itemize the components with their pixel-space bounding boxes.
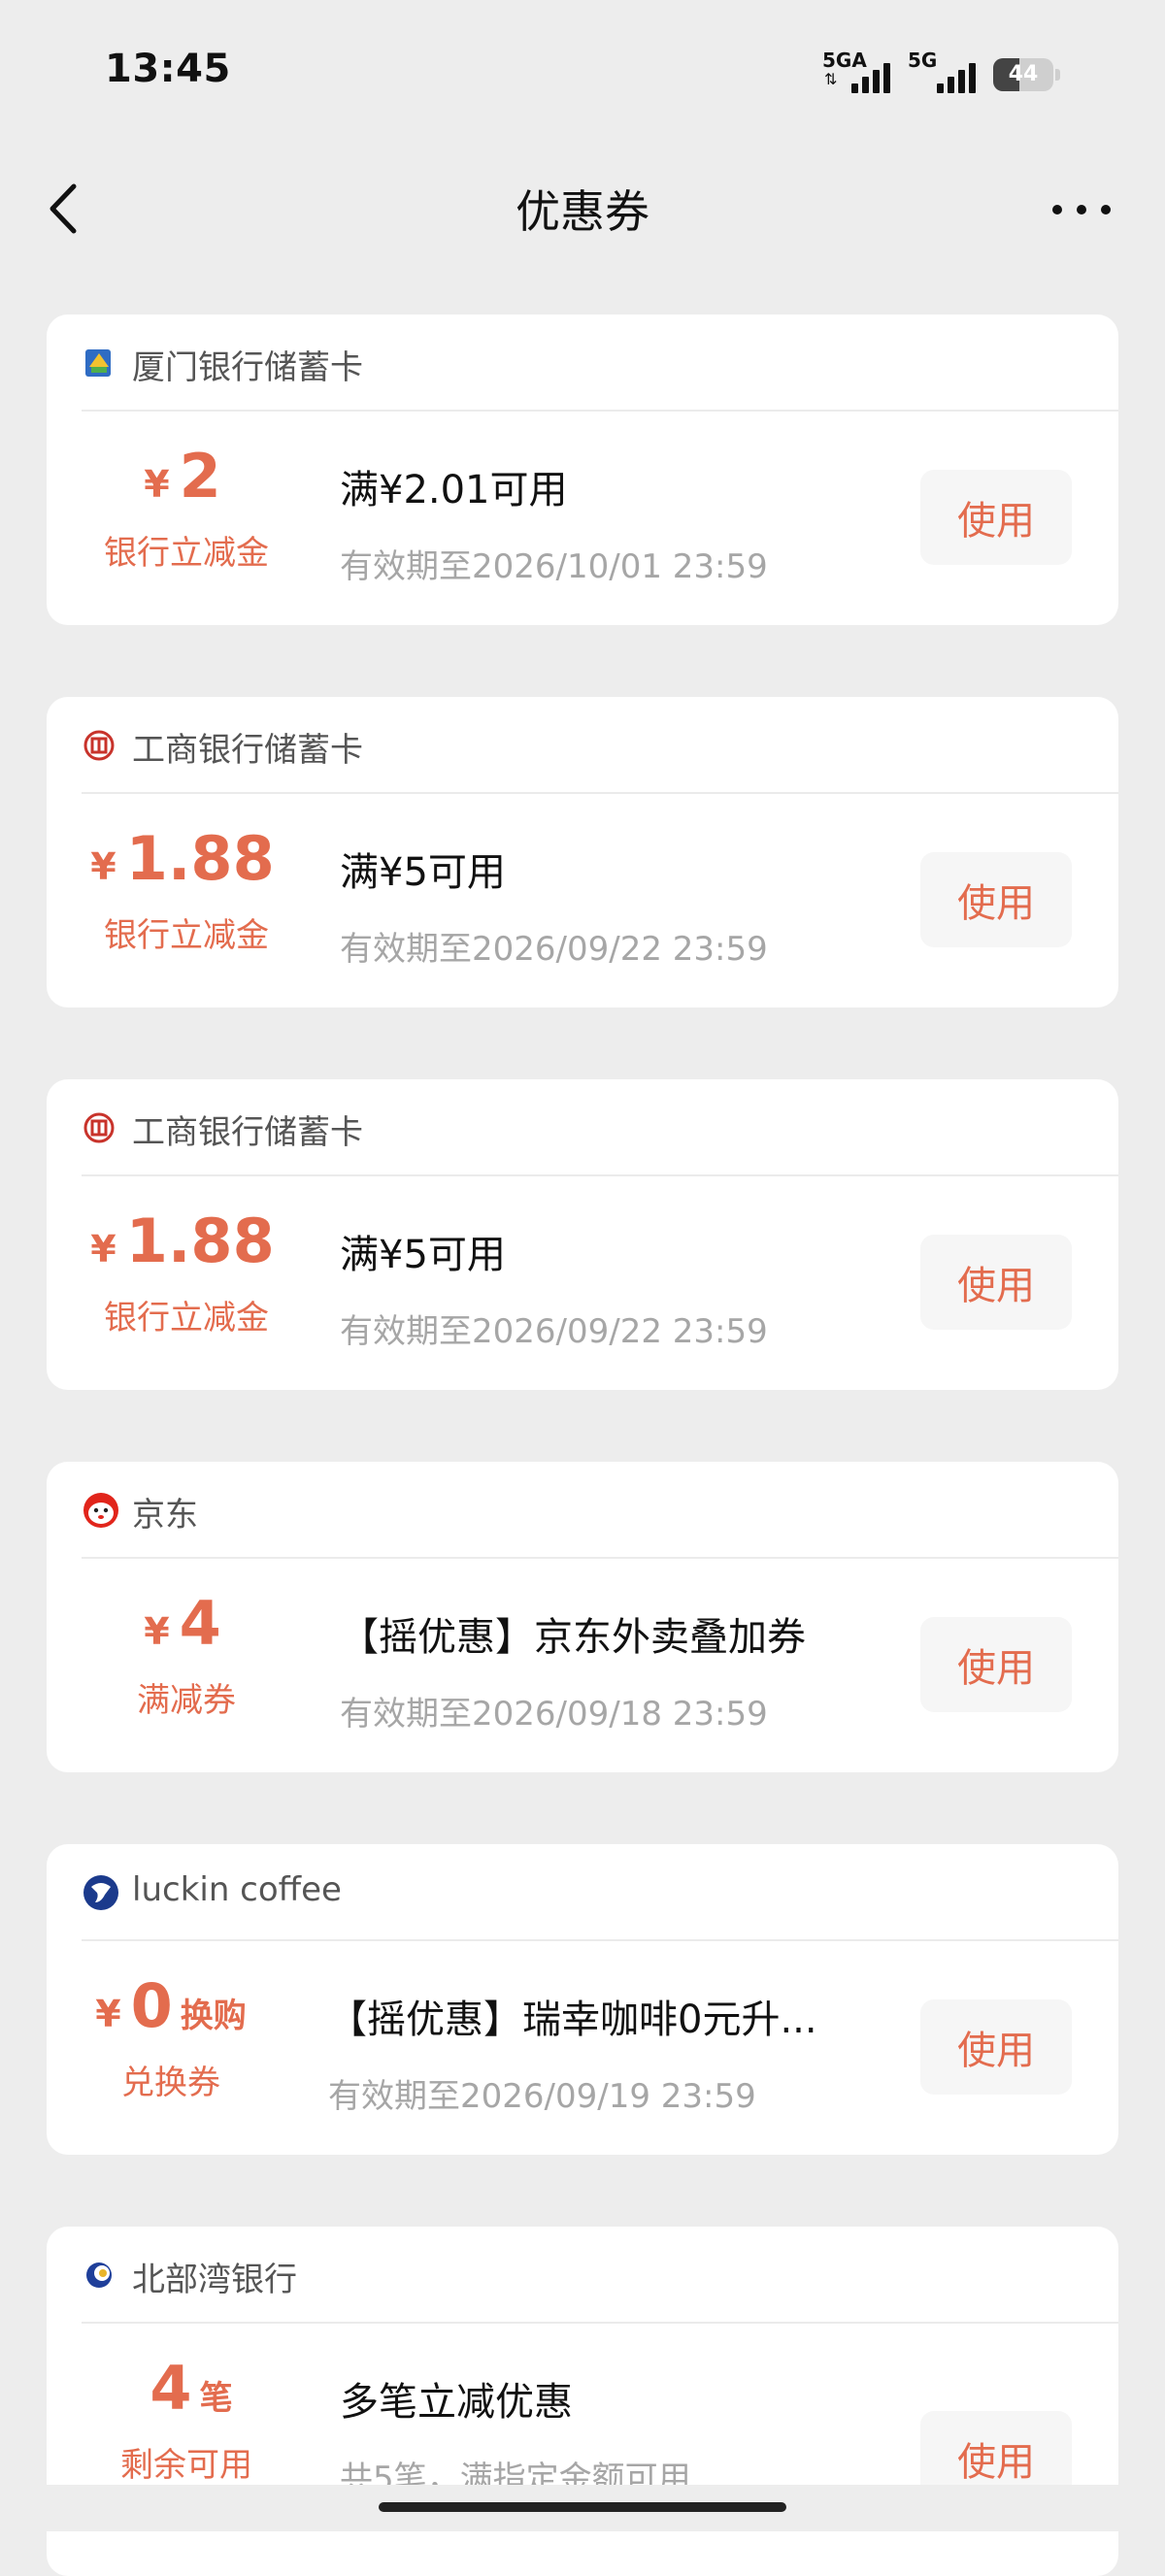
currency-symbol: ¥ xyxy=(95,1993,121,2035)
coupon-type: 银行立减金 xyxy=(104,534,269,573)
battery-level: 44 xyxy=(1008,62,1039,86)
amount-value: 4 xyxy=(150,2353,192,2424)
coupon-amount: ¥ 0 换购 兑换券 xyxy=(31,1970,311,2103)
coupon-amount: ¥ 1.88 银行立减金 xyxy=(47,1205,326,1338)
coupon-header: luckin coffee xyxy=(82,1844,1118,1941)
coupon-validity: 有效期至2026/09/22 23:59 xyxy=(340,930,768,969)
coupon-validity: 有效期至2026/09/19 23:59 xyxy=(328,2077,756,2116)
coupon-header: 北部湾银行 xyxy=(82,2227,1118,2324)
coupon-type: 银行立减金 xyxy=(104,1299,269,1338)
use-button[interactable]: 使用 xyxy=(920,1999,1072,2095)
coupon-card: 工商银行储蓄卡 ¥ 1.88 银行立减金 满¥5可用 有效期至2026/09/2… xyxy=(47,697,1118,1007)
coupon-info: 【摇优惠】瑞幸咖啡0元升... 有效期至2026/09/19 23:59 xyxy=(328,1988,911,2117)
brand-name: 厦门银行储蓄卡 xyxy=(132,348,363,387)
coupon-validity: 有效期至2026/09/22 23:59 xyxy=(340,1312,768,1351)
data-arrows-icon: ⇅ xyxy=(824,70,838,88)
coupon-condition: 【摇优惠】京东外卖叠加券 xyxy=(340,1615,806,1660)
amount-value: 4 xyxy=(179,1588,221,1659)
signal-bars-icon xyxy=(937,63,976,93)
coupon-info: 满¥2.01可用 有效期至2026/10/01 23:59 xyxy=(340,458,922,587)
amount-suffix: 笔 xyxy=(199,2379,233,2418)
use-button[interactable]: 使用 xyxy=(920,1617,1072,1712)
amount-value: 2 xyxy=(179,441,221,512)
coupon-type: 兑换券 xyxy=(121,2064,220,2102)
coupon-type: 剩余可用 xyxy=(120,2446,252,2485)
more-options-icon[interactable] xyxy=(1052,200,1111,219)
coupon-info: 满¥5可用 有效期至2026/09/22 23:59 xyxy=(340,1223,922,1352)
icbc-logo-icon xyxy=(83,1112,115,1143)
coupon-card: 工商银行储蓄卡 ¥ 1.88 银行立减金 满¥5可用 有效期至2026/09/2… xyxy=(47,1079,1118,1390)
amount-value: 0 xyxy=(130,1970,173,2041)
brand-name: 京东 xyxy=(132,1496,198,1535)
luckin-logo-icon xyxy=(83,1875,118,1910)
coupon-condition: 满¥5可用 xyxy=(340,850,506,895)
coupon-header: 厦门银行储蓄卡 xyxy=(82,314,1118,412)
coupon-condition: 【摇优惠】瑞幸咖啡0元升... xyxy=(328,1998,817,2042)
page-title: 优惠券 xyxy=(516,185,649,238)
coupon-amount: ¥ 2 银行立减金 xyxy=(47,441,326,574)
status-bar: 13:45 5GA ⇅ 5G 44 xyxy=(0,0,1165,146)
amount-suffix: 换购 xyxy=(180,1997,247,2035)
icbc-logo-icon xyxy=(83,730,115,761)
currency-symbol: ¥ xyxy=(144,1610,170,1653)
coupon-info: 满¥5可用 有效期至2026/09/22 23:59 xyxy=(340,841,922,970)
coupon-amount: ¥ 1.88 银行立减金 xyxy=(47,823,326,956)
coupon-card: luckin coffee ¥ 0 换购 兑换券 【摇优惠】瑞幸咖啡0元升...… xyxy=(47,1844,1118,2155)
nav-bar: 优惠券 xyxy=(0,155,1165,262)
signal-5ga-icon: 5GA ⇅ xyxy=(822,50,890,97)
coupon-amount: 4 笔 剩余可用 xyxy=(47,2353,326,2486)
signal-5g-icon: 5G xyxy=(908,50,976,97)
brand-name: 工商银行储蓄卡 xyxy=(132,731,363,770)
coupon-card: 京东 ¥ 4 满减券 【摇优惠】京东外卖叠加券 有效期至2026/09/18 2… xyxy=(47,1462,1118,1772)
coupon-amount: ¥ 4 满减券 xyxy=(47,1588,326,1721)
coupon-type: 满减券 xyxy=(137,1681,236,1720)
coupon-validity: 有效期至2026/09/18 23:59 xyxy=(340,1695,768,1734)
coupon-condition: 满¥5可用 xyxy=(340,1233,506,1277)
coupon-condition: 满¥2.01可用 xyxy=(340,468,568,512)
currency-symbol: ¥ xyxy=(90,845,116,888)
signal-bars-icon xyxy=(851,63,890,93)
status-icons: 5GA ⇅ 5G 44 xyxy=(822,47,1060,97)
network-label: 5G xyxy=(908,49,938,72)
currency-symbol: ¥ xyxy=(90,1228,116,1271)
coupon-header: 京东 xyxy=(82,1462,1118,1559)
coupon-info: 多笔立减优惠 共5笔，满指定金额可用 xyxy=(340,2370,922,2499)
amount-value: 1.88 xyxy=(125,1205,275,1276)
brand-name: 北部湾银行 xyxy=(132,2261,297,2299)
amount-value: 1.88 xyxy=(125,823,275,894)
home-indicator[interactable] xyxy=(379,2502,786,2512)
beibuwan-bank-logo-icon xyxy=(86,2262,112,2288)
coupon-header: 工商银行储蓄卡 xyxy=(82,697,1118,794)
status-time: 13:45 xyxy=(105,47,231,91)
use-button[interactable]: 使用 xyxy=(920,852,1072,947)
brand-name: 工商银行储蓄卡 xyxy=(132,1113,363,1152)
use-button[interactable]: 使用 xyxy=(920,1235,1072,1330)
brand-name: luckin coffee xyxy=(132,1870,342,1909)
battery-icon: 44 xyxy=(993,58,1060,91)
xiamen-bank-logo-icon xyxy=(85,349,111,377)
jd-logo-icon xyxy=(83,1493,118,1528)
coupon-card: 厦门银行储蓄卡 ¥ 2 银行立减金 满¥2.01可用 有效期至2026/10/0… xyxy=(47,314,1118,625)
coupon-type: 银行立减金 xyxy=(104,916,269,955)
coupon-header: 工商银行储蓄卡 xyxy=(82,1079,1118,1176)
coupon-validity: 有效期至2026/10/01 23:59 xyxy=(340,547,768,586)
coupon-condition: 多笔立减优惠 xyxy=(340,2380,573,2425)
coupon-info: 【摇优惠】京东外卖叠加券 有效期至2026/09/18 23:59 xyxy=(340,1605,922,1734)
use-button[interactable]: 使用 xyxy=(920,470,1072,565)
currency-symbol: ¥ xyxy=(144,463,170,506)
